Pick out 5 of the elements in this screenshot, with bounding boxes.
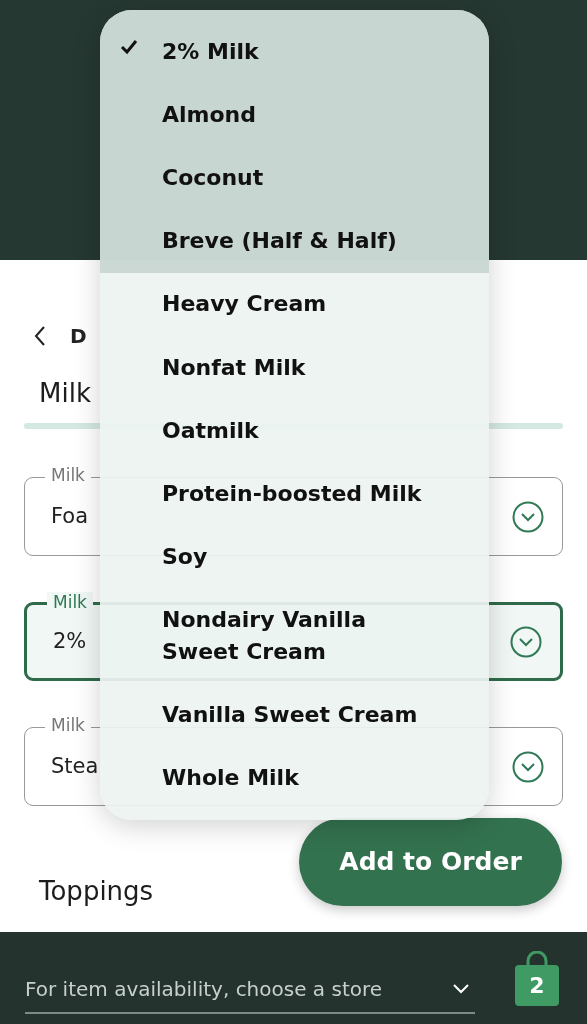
field-value: 2%: [53, 627, 87, 655]
field-value: Foa: [51, 502, 89, 530]
section-title: Toppings: [38, 876, 155, 908]
section-title: Milk: [38, 378, 92, 410]
field-value: Stea: [51, 752, 99, 780]
